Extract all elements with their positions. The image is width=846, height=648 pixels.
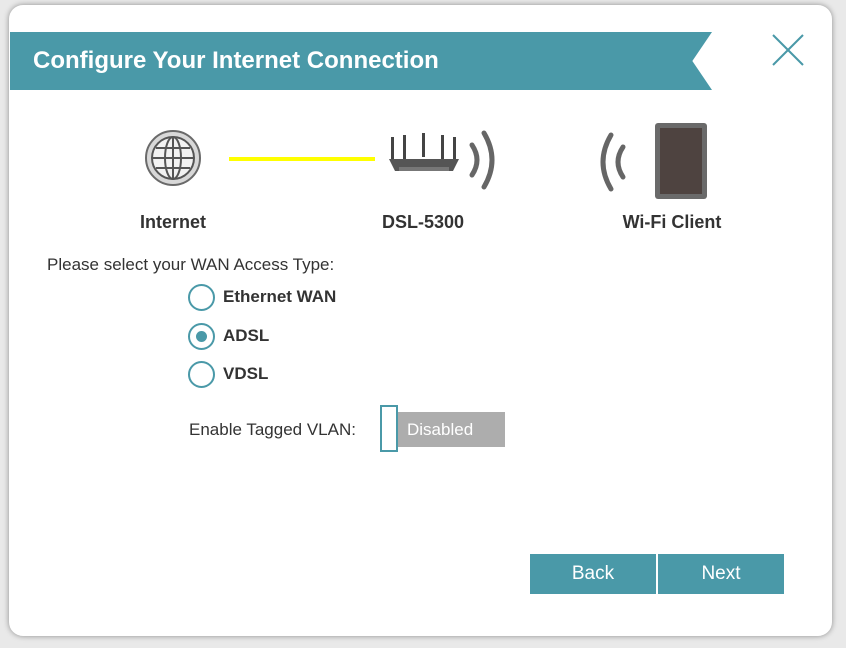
router-icon	[389, 133, 459, 171]
wan-option-vdsl[interactable]: VDSL	[188, 358, 268, 390]
globe-icon	[145, 130, 201, 186]
tagged-vlan-toggle[interactable]: Disabled	[380, 405, 506, 452]
internet-label: Internet	[139, 212, 206, 232]
wan-type-prompt: Please select your WAN Access Type:	[47, 255, 335, 274]
next-button[interactable]: Next	[658, 554, 784, 594]
wan-option-ethernet[interactable]: Ethernet WAN	[188, 281, 336, 313]
radio-label: ADSL	[223, 326, 270, 345]
wifi-signal-icon	[469, 130, 495, 190]
wifi-signal-icon	[600, 132, 626, 192]
wan-option-adsl[interactable]: ADSL	[188, 320, 269, 352]
dialog-title: Configure Your Internet Connection	[33, 47, 439, 74]
tablet-icon	[655, 123, 707, 199]
wifi-client-label: Wi-Fi Client	[622, 212, 722, 232]
close-button[interactable]	[771, 33, 805, 67]
router-label: DSL-5300	[381, 212, 465, 232]
tagged-vlan-label: Enable Tagged VLAN:	[189, 420, 356, 439]
close-icon	[772, 34, 804, 66]
radio-label: VDSL	[223, 364, 269, 383]
setup-wizard-dialog: Configure Your Internet Connection Inter…	[9, 5, 832, 636]
toggle-track: Disabled	[390, 412, 505, 447]
connection-line	[229, 157, 375, 161]
radio-button[interactable]	[188, 360, 215, 388]
toggle-knob[interactable]	[380, 405, 398, 452]
radio-button[interactable]	[188, 283, 215, 311]
title-banner: Configure Your Internet Connection	[10, 32, 712, 90]
radio-label: Ethernet WAN	[223, 287, 337, 306]
back-button[interactable]: Back	[530, 554, 656, 594]
radio-button-selected[interactable]	[188, 322, 215, 350]
